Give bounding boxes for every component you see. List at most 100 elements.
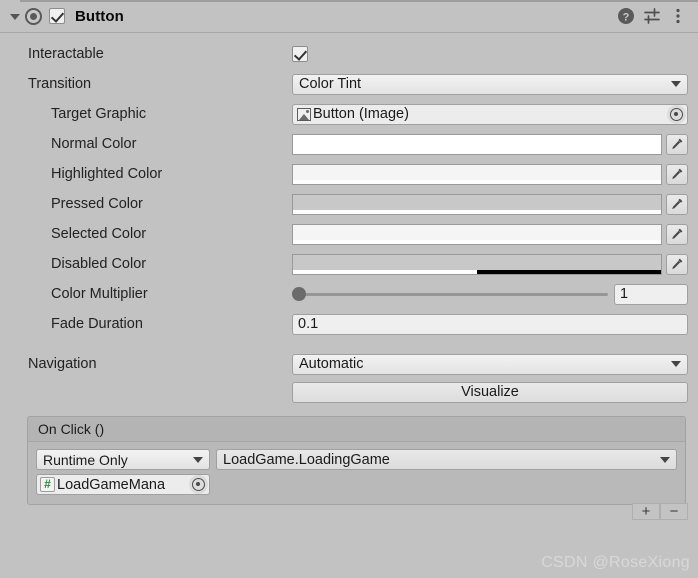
field-highlighted-color [292,163,688,185]
event-mode-dropdown[interactable]: Runtime Only [36,449,210,470]
chevron-down-icon [671,361,681,367]
field-normal-color [292,133,688,155]
csharp-script-icon: # [40,477,55,492]
disabled-color-swatch[interactable] [292,253,662,275]
field-navigation: Automatic [292,353,688,375]
transition-value: Color Tint [299,76,362,92]
highlighted-color-swatch[interactable] [292,163,662,185]
help-icon[interactable]: ? [616,6,636,26]
selected-color-alpha-track [293,239,661,244]
svg-text:?: ? [623,12,630,24]
field-visualize: Visualize [292,381,688,403]
disabled-color-eyedropper-icon[interactable] [666,253,688,275]
fade-duration-input[interactable]: 0.1 [292,313,688,335]
on-click-header: On Click () [28,417,685,442]
color-multiplier-slider[interactable] [292,284,608,305]
object-picker-icon[interactable] [667,104,686,124]
normal-color-fill [293,134,661,150]
label-selected-color: Selected Color [51,226,147,242]
event-target-object-field[interactable]: # LoadGameMana [36,474,210,495]
chevron-down-icon [671,81,681,87]
event-function-dropdown[interactable]: LoadGame.LoadingGame [216,449,677,470]
field-pressed-color [292,193,688,215]
preset-icon[interactable] [642,6,662,26]
on-click-entries: Runtime Only LoadGame.LoadingGame # Load… [28,442,685,504]
button-component-icon [25,7,42,25]
row-highlighted-color: Highlighted Color [0,159,698,189]
component-enabled-checkbox[interactable] [49,8,65,24]
row-transition: Transition Color Tint [0,69,698,99]
transition-dropdown[interactable]: Color Tint [292,73,688,95]
label-fade-duration: Fade Duration [51,316,143,332]
label-transition: Transition [28,76,92,92]
sprite-icon [297,107,311,121]
row-selected-color: Selected Color [0,219,698,249]
target-graphic-value: Button (Image) [313,106,409,122]
field-color-multiplier: 1 [292,283,688,305]
field-transition: Color Tint [292,73,688,95]
chevron-down-icon [660,456,670,463]
row-normal-color: Normal Color [0,129,698,159]
selected-color-fill [293,224,661,240]
on-click-panel: On Click () Runtime Only LoadGame.Loadin… [27,416,686,505]
label-target-graphic: Target Graphic [51,106,147,122]
normal-color-eyedropper-icon[interactable] [666,133,688,155]
interactable-checkbox[interactable] [292,46,308,62]
pressed-color-eyedropper-icon[interactable] [666,193,688,215]
disabled-color-alpha-track [293,269,661,274]
pressed-color-alpha-fill [293,209,661,214]
entry-row-bottom: # LoadGameMana [36,474,677,495]
color-multiplier-input[interactable]: 1 [614,283,688,305]
object-picker-icon[interactable] [189,475,208,494]
pressed-color-fill [293,194,661,210]
watermark: CSDN @RoseXiong [541,554,690,571]
disabled-color-fill [293,254,661,270]
add-event-button[interactable]: + [632,503,660,520]
label-interactable: Interactable [28,46,104,62]
field-fade-duration: 0.1 [292,313,688,335]
highlighted-color-alpha-track [293,179,661,184]
properties-list: Interactable Transition Color Tint Targe… [0,33,698,405]
row-color-multiplier: Color Multiplier 1 [0,279,698,309]
foldout-triangle-icon[interactable] [8,9,22,23]
page-title: Button [75,7,124,25]
row-target-graphic: Target Graphic Button (Image) [0,99,698,129]
color-multiplier-value: 1 [620,286,629,302]
highlighted-color-alpha-fill [293,179,661,184]
event-mode-value: Runtime Only [43,451,128,468]
navigation-dropdown[interactable]: Automatic [292,353,688,375]
visualize-button[interactable]: Visualize [292,381,688,403]
normal-color-alpha-fill [293,149,661,154]
row-visualize: Visualize [0,379,698,405]
selected-color-eyedropper-icon[interactable] [666,223,688,245]
label-pressed-color: Pressed Color [51,196,143,212]
event-function-value: LoadGame.LoadingGame [223,451,390,468]
field-selected-color [292,223,688,245]
pressed-color-alpha-track [293,209,661,214]
label-disabled-color: Disabled Color [51,256,147,272]
pressed-color-swatch[interactable] [292,193,662,215]
field-disabled-color [292,253,688,275]
selected-color-swatch[interactable] [292,223,662,245]
label-highlighted-color: Highlighted Color [51,166,163,182]
label-color-multiplier: Color Multiplier [51,286,148,302]
target-graphic-object-field[interactable]: Button (Image) [292,103,688,125]
normal-color-swatch[interactable] [292,133,662,155]
chevron-down-icon [193,456,203,463]
row-fade-duration: Fade Duration 0.1 [0,309,698,339]
fade-duration-value: 0.1 [298,316,319,332]
remove-event-button[interactable]: − [660,503,688,520]
highlighted-color-fill [293,164,661,180]
disabled-color-alpha-fill [293,269,477,274]
row-navigation: Navigation Automatic [0,349,698,379]
entry-row-top: Runtime Only LoadGame.LoadingGame [36,449,677,470]
row-disabled-color: Disabled Color [0,249,698,279]
label-navigation: Navigation [28,356,97,372]
selected-color-alpha-fill [293,239,661,244]
on-click-footer: + − [0,503,698,520]
row-pressed-color: Pressed Color [0,189,698,219]
slider-knob[interactable] [292,287,306,301]
highlighted-color-eyedropper-icon[interactable] [666,163,688,185]
label-normal-color: Normal Color [51,136,137,152]
kebab-menu-icon[interactable] [668,6,688,26]
